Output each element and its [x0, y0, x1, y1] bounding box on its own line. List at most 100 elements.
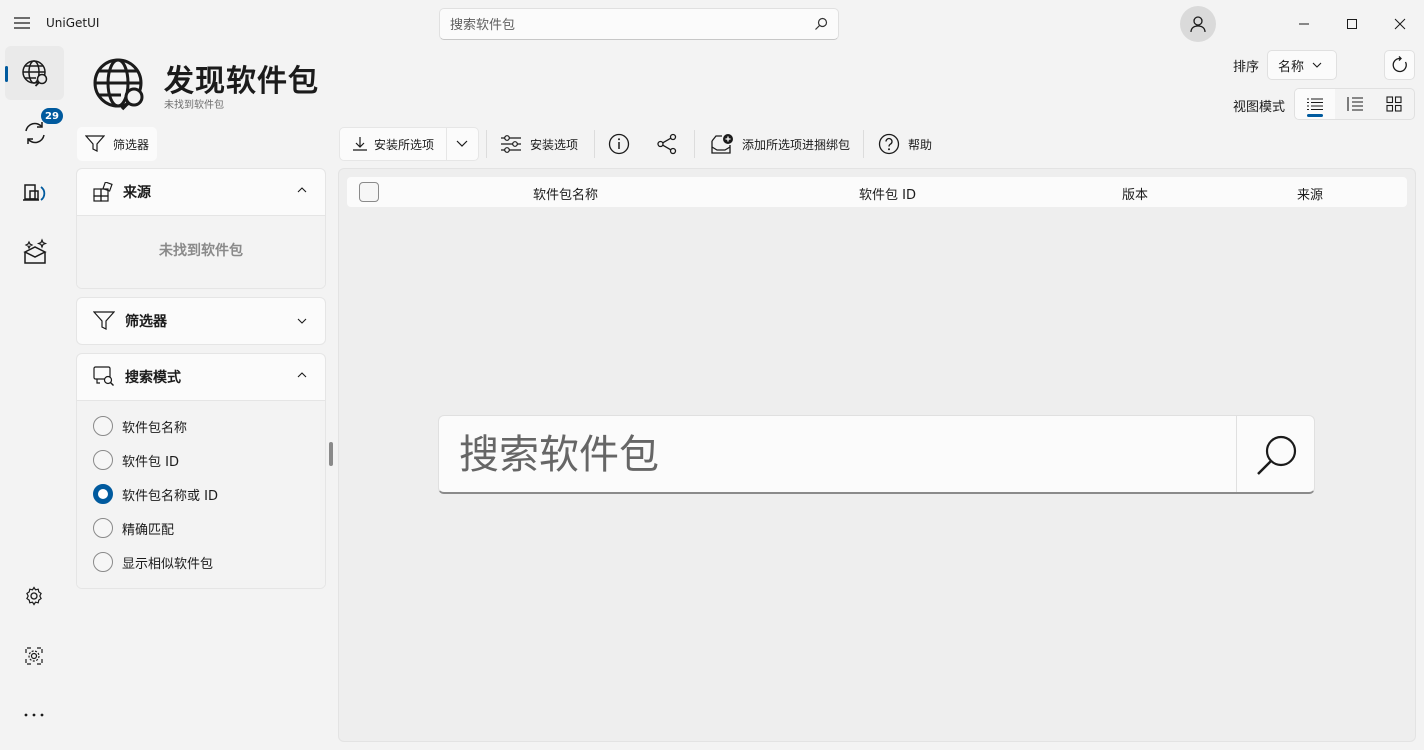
install-selected-button[interactable]: 安装所选项	[340, 128, 447, 160]
help-button[interactable]: 帮助	[870, 127, 940, 161]
hamburger-menu-icon[interactable]	[13, 14, 31, 32]
globe-search-icon	[21, 60, 47, 87]
add-to-bundle-button[interactable]: 添加所选项进捆绑包	[702, 127, 858, 161]
toolbar-divider	[863, 130, 864, 158]
search-mode-panel: 搜索模式 软件包名称 软件包 ID 软件包名称或 ID 精确匹配 显示相似软件包	[76, 353, 326, 589]
reload-button[interactable]	[1384, 50, 1415, 80]
main-search-box	[438, 415, 1315, 494]
maximize-button[interactable]	[1340, 12, 1364, 36]
page-title: 发现软件包	[164, 64, 319, 99]
panel-resize-handle[interactable]	[329, 442, 333, 466]
filters-panel-header[interactable]: 筛选器	[77, 298, 325, 344]
sliders-icon	[501, 135, 521, 153]
search-mode-option-label: 显示相似软件包	[122, 556, 214, 572]
column-header-id[interactable]: 软件包 ID	[859, 184, 916, 203]
install-options-label: 安装选项	[530, 137, 579, 152]
toolbar-divider	[694, 130, 695, 158]
nav-item-managers[interactable]	[20, 642, 48, 670]
search-mode-option-similar[interactable]: 显示相似软件包	[77, 545, 325, 579]
sync-icon	[24, 122, 45, 144]
app-title: UniGetUI	[46, 16, 100, 30]
sources-panel-header[interactable]: 来源	[77, 169, 325, 215]
chevron-up-icon	[297, 372, 307, 378]
install-dropdown-button[interactable]	[447, 128, 479, 160]
search-mode-option-exact[interactable]: 精确匹配	[77, 511, 325, 545]
box-sparkle-icon	[22, 238, 47, 264]
nav-active-indicator	[5, 66, 8, 82]
top-search-input[interactable]	[450, 15, 800, 35]
package-list-header: 软件包名称 软件包 ID 版本 来源	[347, 177, 1407, 207]
manager-gear-icon	[25, 647, 43, 665]
sources-icon	[93, 182, 113, 202]
maximize-icon	[1347, 19, 1357, 29]
sources-empty-text: 未找到软件包	[159, 243, 243, 259]
search-icon	[1256, 435, 1296, 475]
download-icon	[353, 137, 367, 151]
radio-button[interactable]	[93, 450, 113, 470]
install-options-button[interactable]: 安装选项	[492, 127, 586, 161]
radio-button[interactable]	[93, 552, 113, 572]
add-bundle-icon	[711, 134, 733, 154]
close-button[interactable]	[1388, 12, 1412, 36]
nav-item-installed[interactable]	[5, 166, 64, 220]
view-list-button[interactable]	[1295, 89, 1335, 119]
help-icon	[878, 133, 900, 155]
list-view-icon	[1306, 98, 1323, 111]
search-mode-option-name-or-id[interactable]: 软件包名称或 ID	[77, 477, 325, 511]
filter-icon	[93, 311, 115, 330]
install-selected-split-button: 安装所选项	[339, 127, 479, 161]
user-icon	[1190, 16, 1206, 33]
nav-item-bundles[interactable]	[5, 226, 64, 280]
chevron-down-icon	[297, 318, 307, 324]
search-mode-panel-title: 搜索模式	[125, 370, 181, 386]
minimize-button[interactable]	[1292, 12, 1316, 36]
sources-panel-title: 来源	[123, 185, 151, 201]
select-all-checkbox[interactable]	[359, 182, 379, 202]
help-label: 帮助	[908, 137, 933, 152]
search-mode-panel-header[interactable]: 搜索模式	[77, 354, 325, 400]
gear-icon	[26, 586, 42, 606]
sort-label: 排序	[1233, 60, 1260, 75]
view-mode-label: 视图模式	[1233, 100, 1286, 115]
view-mode-switcher	[1294, 88, 1415, 120]
sort-select[interactable]: 名称	[1267, 50, 1337, 80]
filter-icon	[85, 135, 105, 152]
toolbar-divider	[594, 130, 595, 158]
radio-button[interactable]	[93, 416, 113, 436]
share-icon	[657, 133, 677, 155]
sources-panel: 来源 未找到软件包	[76, 168, 326, 289]
column-header-name[interactable]: 软件包名称	[533, 184, 598, 203]
view-detail-button[interactable]	[1335, 89, 1375, 119]
search-mode-option-name[interactable]: 软件包名称	[77, 409, 325, 443]
nav-item-discover[interactable]	[5, 46, 64, 100]
share-button[interactable]	[648, 127, 686, 161]
installed-packages-icon	[22, 184, 45, 201]
page-header-globe-icon	[92, 56, 148, 112]
nav-item-settings[interactable]	[20, 582, 48, 610]
search-mode-option-label: 软件包名称或 ID	[122, 488, 218, 504]
filters-panel: 筛选器	[76, 297, 326, 345]
column-header-source[interactable]: 来源	[1297, 184, 1323, 203]
toolbar-divider	[486, 130, 487, 158]
search-mode-option-id[interactable]: 软件包 ID	[77, 443, 325, 477]
reload-icon	[1392, 56, 1407, 73]
search-icon[interactable]	[814, 17, 828, 31]
detail-list-icon	[1346, 97, 1363, 111]
filter-toggle-button[interactable]: 筛选器	[77, 127, 157, 161]
column-header-version[interactable]: 版本	[1122, 184, 1148, 203]
main-search-input[interactable]	[459, 430, 1219, 480]
top-search-box[interactable]	[439, 8, 839, 40]
user-avatar[interactable]	[1180, 6, 1216, 42]
view-grid-button[interactable]	[1374, 89, 1414, 119]
search-mode-option-label: 软件包 ID	[122, 454, 179, 470]
package-details-button[interactable]	[600, 127, 638, 161]
radio-button-selected[interactable]	[93, 484, 113, 504]
install-selected-label: 安装所选项	[374, 137, 435, 152]
sort-select-value: 名称	[1278, 59, 1305, 75]
nav-item-more[interactable]	[20, 701, 48, 729]
more-icon	[24, 713, 44, 717]
search-mode-icon	[93, 366, 114, 386]
radio-button[interactable]	[93, 518, 113, 538]
main-search-button[interactable]	[1236, 416, 1314, 492]
updates-count-badge: 29	[41, 108, 63, 124]
